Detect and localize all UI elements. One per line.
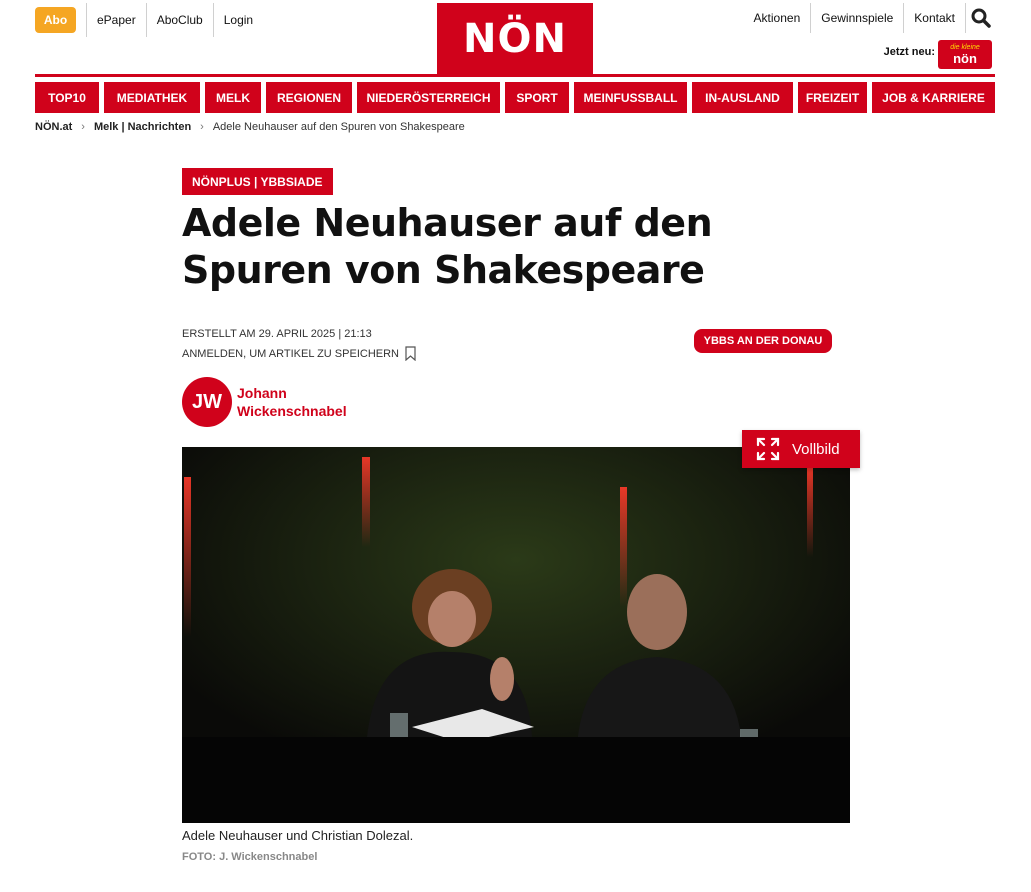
top-bar: Abo ePaper AboClub Login NÖN Aktionen Ge… [35, 0, 995, 76]
chevron-right-icon: › [200, 121, 204, 133]
save-article-label: ANMELDEN, UM ARTIKEL ZU SPEICHERN [182, 347, 399, 360]
nav-item-freizeit[interactable]: FREIZEIT [798, 82, 867, 113]
photo-caption: Adele Neuhauser und Christian Dolezal. [182, 828, 414, 843]
location-badge[interactable]: YBBS AN DER DONAU [694, 329, 832, 353]
nav-item-sport[interactable]: SPORT [505, 82, 569, 113]
die-kleine-noen-logo[interactable]: die kleine nön [938, 40, 992, 69]
aboclub-link[interactable]: AboClub [145, 3, 213, 37]
kontakt-link[interactable]: Kontakt [903, 3, 965, 33]
nav-item-niederoesterreich[interactable]: NIEDERÖSTERREICH [357, 82, 500, 113]
save-article-link[interactable]: ANMELDEN, UM ARTIKEL ZU SPEICHERN [182, 346, 416, 361]
breadcrumb-current: Adele Neuhauser auf den Spuren von Shake… [212, 121, 465, 133]
breadcrumb-section[interactable]: Melk | Nachrichten [94, 121, 191, 133]
epaper-link[interactable]: ePaper [86, 3, 146, 37]
bookmark-icon [405, 346, 416, 361]
chevron-right-icon: › [81, 121, 85, 133]
expand-icon [756, 437, 780, 461]
login-link[interactable]: Login [212, 3, 263, 37]
top-links: ePaper AboClub Login [86, 3, 263, 37]
author-byline[interactable]: JW Johann Wickenschnabel [182, 377, 367, 427]
stage-photo-illustration [182, 447, 850, 823]
article-kicker[interactable]: NÖNPLUS | YBBSIADE [182, 168, 333, 195]
search-icon [971, 8, 991, 28]
nav-item-job-karriere[interactable]: JOB & KARRIERE [872, 82, 995, 113]
nav-item-regionen[interactable]: REGIONEN [266, 82, 352, 113]
abo-button[interactable]: Abo [35, 7, 76, 33]
breadcrumb-home[interactable]: NÖN.at [35, 121, 72, 133]
nav-item-meinfussball[interactable]: MEINFUSSBALL [574, 82, 687, 113]
article-photo[interactable] [182, 447, 850, 823]
jetzt-neu-label: Jetzt neu: [883, 46, 935, 58]
article-created: ERSTELLT AM 29. APRIL 2025 | 21:13 [182, 328, 372, 340]
nav-item-mediathek[interactable]: MEDIATHEK [104, 82, 200, 113]
author-name: Johann Wickenschnabel [237, 384, 367, 420]
fullscreen-button[interactable]: Vollbild [742, 430, 860, 468]
photo-credit: FOTO: J. Wickenschnabel [182, 851, 318, 863]
kleine-bottom-text: nön [953, 50, 977, 66]
main-nav: TOP10 MEDIATHEK MELK REGIONEN NIEDERÖSTE… [35, 82, 995, 113]
article-headline: Adele Neuhauser auf den Spuren von Shake… [182, 201, 713, 292]
author-first-name: Johann [237, 385, 287, 401]
nav-item-in-ausland[interactable]: IN-AUSLAND [692, 82, 793, 113]
gewinnspiele-link[interactable]: Gewinnspiele [810, 3, 903, 33]
right-links: Aktionen Gewinnspiele Kontakt [744, 3, 995, 33]
nav-item-top10[interactable]: TOP10 [35, 82, 99, 113]
noen-logo[interactable]: NÖN [437, 3, 593, 75]
search-button[interactable] [965, 3, 995, 33]
aktionen-link[interactable]: Aktionen [744, 3, 811, 33]
nav-item-melk[interactable]: MELK [205, 82, 261, 113]
header-divider [35, 74, 995, 77]
breadcrumb: NÖN.at › Melk | Nachrichten › Adele Neuh… [35, 121, 465, 133]
author-avatar: JW [182, 377, 232, 427]
author-last-name: Wickenschnabel [237, 403, 347, 419]
fullscreen-label: Vollbild [792, 440, 840, 458]
